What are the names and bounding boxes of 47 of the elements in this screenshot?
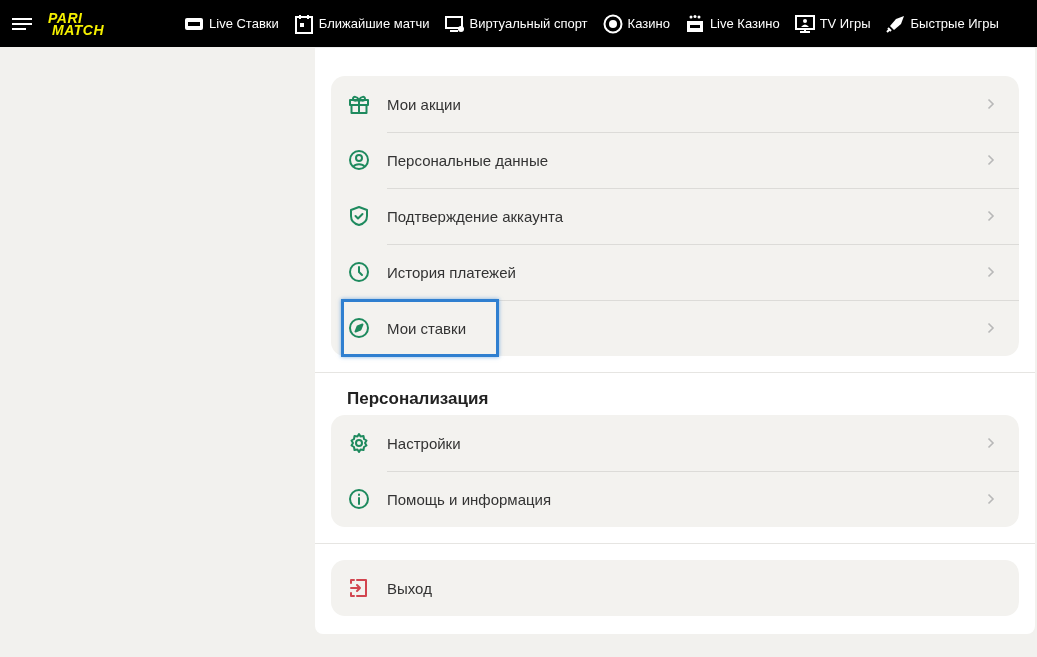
logo[interactable]: PARI MATCH bbox=[46, 11, 104, 36]
menu-item-label: История платежей bbox=[387, 263, 517, 281]
nav-link[interactable]: Ближайшие матчи bbox=[293, 13, 430, 34]
menu-icon[interactable] bbox=[12, 17, 32, 30]
menu-item-label: Настройки bbox=[387, 434, 462, 452]
user-icon bbox=[348, 149, 370, 171]
chevron-right-icon bbox=[987, 493, 995, 505]
menu-item[interactable]: Мои ставки bbox=[331, 300, 1019, 356]
nav-link[interactable]: Live Казино bbox=[684, 13, 780, 34]
section-heading: Персонализация bbox=[347, 389, 490, 409]
menu-item-label: Персональные данные bbox=[387, 151, 550, 169]
nav-link[interactable]: TV Игры bbox=[794, 13, 871, 34]
nav-link[interactable]: Казино bbox=[602, 13, 670, 34]
gift-icon bbox=[348, 93, 370, 115]
exit-icon bbox=[348, 577, 370, 599]
monitor-icon bbox=[444, 13, 465, 34]
menu-item[interactable]: Персональные данные bbox=[331, 132, 1019, 188]
nav-link[interactable]: Live Ставки bbox=[184, 13, 279, 34]
menu-item[interactable]: Мои акции bbox=[331, 76, 1019, 132]
chevron-right-icon bbox=[987, 154, 995, 166]
compass-icon bbox=[348, 317, 370, 339]
chevron-right-icon bbox=[987, 437, 995, 449]
tv-icon bbox=[794, 13, 815, 34]
settings-icon bbox=[348, 432, 370, 454]
menu-item[interactable]: Выход bbox=[331, 560, 1019, 616]
menu-item-label: Подтверждение аккаунта bbox=[387, 207, 564, 225]
nav-link[interactable]: Виртуальный спорт bbox=[444, 13, 588, 34]
menu-item[interactable]: История платежей bbox=[331, 244, 1019, 300]
live-casino-icon bbox=[684, 13, 705, 34]
info-icon bbox=[348, 488, 370, 510]
menu-item-label: Помощь и информация bbox=[387, 490, 553, 508]
rocket-icon bbox=[885, 13, 906, 34]
menu-item-label: Выход bbox=[387, 579, 433, 597]
chevron-right-icon bbox=[987, 98, 995, 110]
chevron-right-icon bbox=[987, 210, 995, 222]
chevron-right-icon bbox=[987, 266, 995, 278]
nav-link[interactable]: Быстрые Игры bbox=[885, 13, 999, 34]
chevron-right-icon bbox=[987, 322, 995, 334]
menu-item[interactable]: Подтверждение аккаунта bbox=[331, 188, 1019, 244]
shield-check-icon bbox=[348, 205, 370, 227]
menu-item[interactable]: Настройки bbox=[331, 415, 1019, 471]
menu-item[interactable]: Помощь и информация bbox=[331, 471, 1019, 527]
casino-chip-icon bbox=[602, 13, 623, 34]
clock-icon bbox=[348, 261, 370, 283]
menu-item-label: Мои ставки bbox=[387, 319, 467, 337]
calendar-icon bbox=[293, 13, 314, 34]
menu-item-label: Мои акции bbox=[387, 95, 462, 113]
